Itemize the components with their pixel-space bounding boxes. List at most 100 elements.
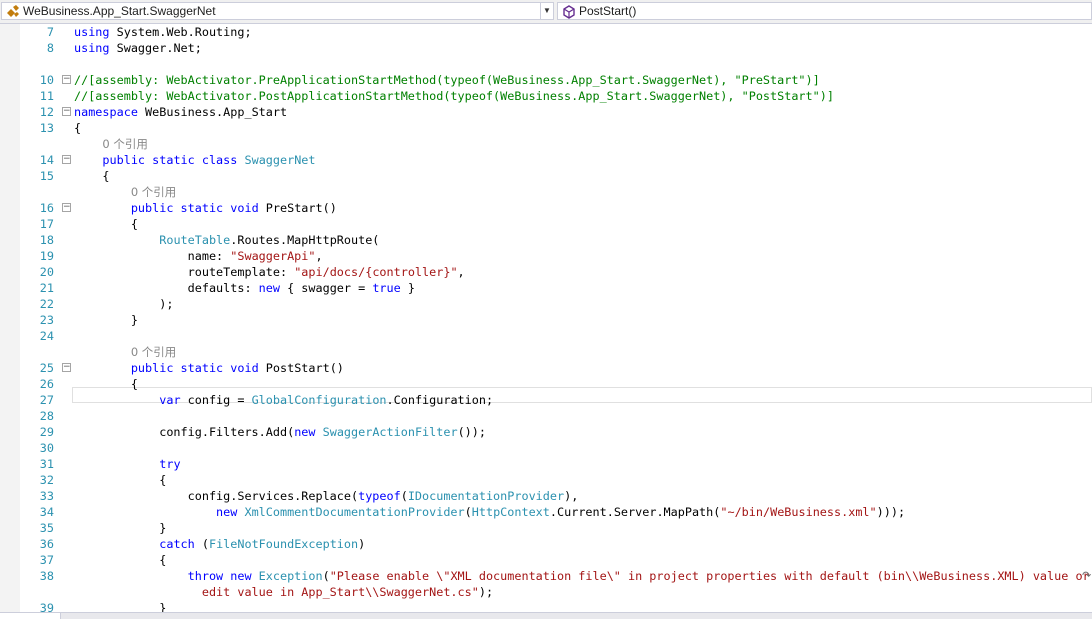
code-token: ( [400, 489, 408, 503]
code-line[interactable]: 25− public static void PostStart() [0, 360, 1092, 376]
codelens-label[interactable]: 0 个引用 [102, 137, 147, 151]
code-line[interactable]: 23 } [0, 312, 1092, 328]
collapse-icon[interactable]: − [62, 107, 71, 116]
line-number: 38 [39, 569, 54, 583]
code-text: throw new Exception("Please enable \"XML… [74, 568, 1090, 584]
type-token: Exception [258, 569, 323, 583]
codelens-references[interactable]: 0 个引用 [74, 184, 176, 200]
code-line[interactable]: 15 { [0, 168, 1092, 184]
code-token: , [315, 249, 323, 263]
code-line[interactable]: 0 个引用 [0, 136, 1092, 152]
collapse-icon[interactable]: − [62, 363, 71, 372]
chevron-down-icon[interactable]: ▼ [540, 3, 553, 19]
code-token: defaults: [74, 281, 259, 295]
code-line[interactable]: 35 } [0, 520, 1092, 536]
code-line[interactable]: 36 catch (FileNotFoundException) [0, 536, 1092, 552]
line-number: 17 [39, 217, 54, 231]
code-token: WeBusiness.App_Start [145, 105, 288, 119]
code-token: { [74, 377, 138, 391]
code-text: new XmlCommentDocumentationProvider(Http… [74, 504, 905, 520]
code-line[interactable]: 18 RouteTable.Routes.MapHttpRoute( [0, 232, 1092, 248]
keyword-token: namespace [74, 105, 138, 119]
code-line[interactable]: 13 { [0, 120, 1092, 136]
code-line[interactable]: 30 [0, 440, 1092, 456]
keyword-token: var [159, 393, 181, 407]
type-token: SwaggerActionFilter [322, 425, 458, 439]
code-line[interactable]: 37 { [0, 552, 1092, 568]
codelens-references[interactable]: 0 个引用 [74, 344, 176, 360]
code-line[interactable]: 26 { [0, 376, 1092, 392]
keyword-token: public static void [130, 201, 259, 215]
code-line[interactable]: 8 using Swagger.Net; [0, 40, 1092, 56]
code-line[interactable]: 34 new XmlCommentDocumentationProvider(H… [0, 504, 1092, 520]
code-text: RouteTable.Routes.MapHttpRoute( [74, 232, 379, 248]
code-token: ); [74, 297, 174, 311]
code-text: } [74, 520, 166, 536]
keyword-token: new [216, 505, 238, 519]
code-line[interactable]: 12− namespace WeBusiness.App_Start [0, 104, 1092, 120]
line-number: 31 [39, 457, 54, 471]
code-line[interactable]: 0 个引用 [0, 344, 1092, 360]
string-token: "SwaggerApi" [230, 249, 316, 263]
code-line[interactable]: 21 defaults: new { swagger = true } [0, 280, 1092, 296]
collapse-icon[interactable]: − [62, 75, 71, 84]
code-line[interactable]: 11 //[assembly: WebActivator.PostApplicat… [0, 88, 1092, 104]
code-line[interactable]: 29 config.Filters.Add(new SwaggerActionF… [0, 424, 1092, 440]
code-line[interactable]: 0 个引用 [0, 184, 1092, 200]
code-line[interactable]: 32 { [0, 472, 1092, 488]
code-token: .Current.Server.MapPath( [549, 505, 721, 519]
line-number: 20 [39, 265, 54, 279]
code-line[interactable]: 38 throw new Exception("Please enable \"… [0, 568, 1092, 584]
code-editor[interactable]: 7 using System.Web.Routing; 8 using Swagger… [0, 24, 1092, 612]
code-token: { [74, 217, 138, 231]
keyword-token: catch [159, 537, 195, 551]
line-number: 34 [39, 505, 54, 519]
code-line[interactable]: 39 } [0, 600, 1092, 612]
code-token: ) [358, 537, 366, 551]
code-text: { [74, 120, 81, 136]
codelens-references[interactable]: 0 个引用 [74, 136, 147, 152]
line-number: 21 [39, 281, 54, 295]
code-line[interactable]: 28 [0, 408, 1092, 424]
code-token: Swagger.Net; [116, 41, 202, 55]
codelens-label[interactable]: 0 个引用 [131, 345, 176, 359]
code-text: catch (FileNotFoundException) [74, 536, 365, 552]
codelens-label[interactable]: 0 个引用 [131, 185, 176, 199]
code-line[interactable]: 7 using System.Web.Routing; [0, 24, 1092, 40]
code-line[interactable]: 16− public static void PreStart() [0, 200, 1092, 216]
code-token: name: [74, 249, 231, 263]
code-token: ( [322, 569, 330, 583]
collapse-icon[interactable]: − [62, 203, 71, 212]
keyword-token: new [258, 281, 280, 295]
code-line[interactable]: 17 { [0, 216, 1092, 232]
collapse-icon[interactable]: − [62, 155, 71, 164]
code-line[interactable]: 10−//[assembly: WebActivator.PreApplicat… [0, 72, 1092, 88]
member-dropdown[interactable]: PostStart() [557, 2, 1092, 20]
line-number: 25 [39, 361, 54, 375]
code-line[interactable]: 20 routeTemplate: "api/docs/{controller}… [0, 264, 1092, 280]
line-number: 14 [39, 153, 54, 167]
type-dropdown[interactable]: WeBusiness.App_Start.SwaggerNet ▼ [1, 2, 554, 20]
zoom-control[interactable] [0, 613, 61, 619]
line-number: 18 [39, 233, 54, 247]
code-token: { [74, 553, 167, 567]
line-number: 10 [39, 73, 54, 87]
code-line[interactable] [0, 56, 1092, 72]
code-token: ); [478, 585, 494, 599]
code-text: } [74, 312, 138, 328]
code-line[interactable]: 27 var config = GlobalConfiguration.Conf… [0, 392, 1092, 408]
code-line[interactable]: 14− public static class SwaggerNet [0, 152, 1092, 168]
code-line[interactable]: edit value in App_Start\\SwaggerNet.cs")… [0, 584, 1092, 600]
code-line[interactable]: 31 try [0, 456, 1092, 472]
code-line[interactable]: 33 config.Services.Replace(typeof(IDocum… [0, 488, 1092, 504]
code-line[interactable]: 19 name: "SwaggerApi", [0, 248, 1092, 264]
code-line[interactable]: 22 ); [0, 296, 1092, 312]
code-line[interactable]: 24 [0, 328, 1092, 344]
